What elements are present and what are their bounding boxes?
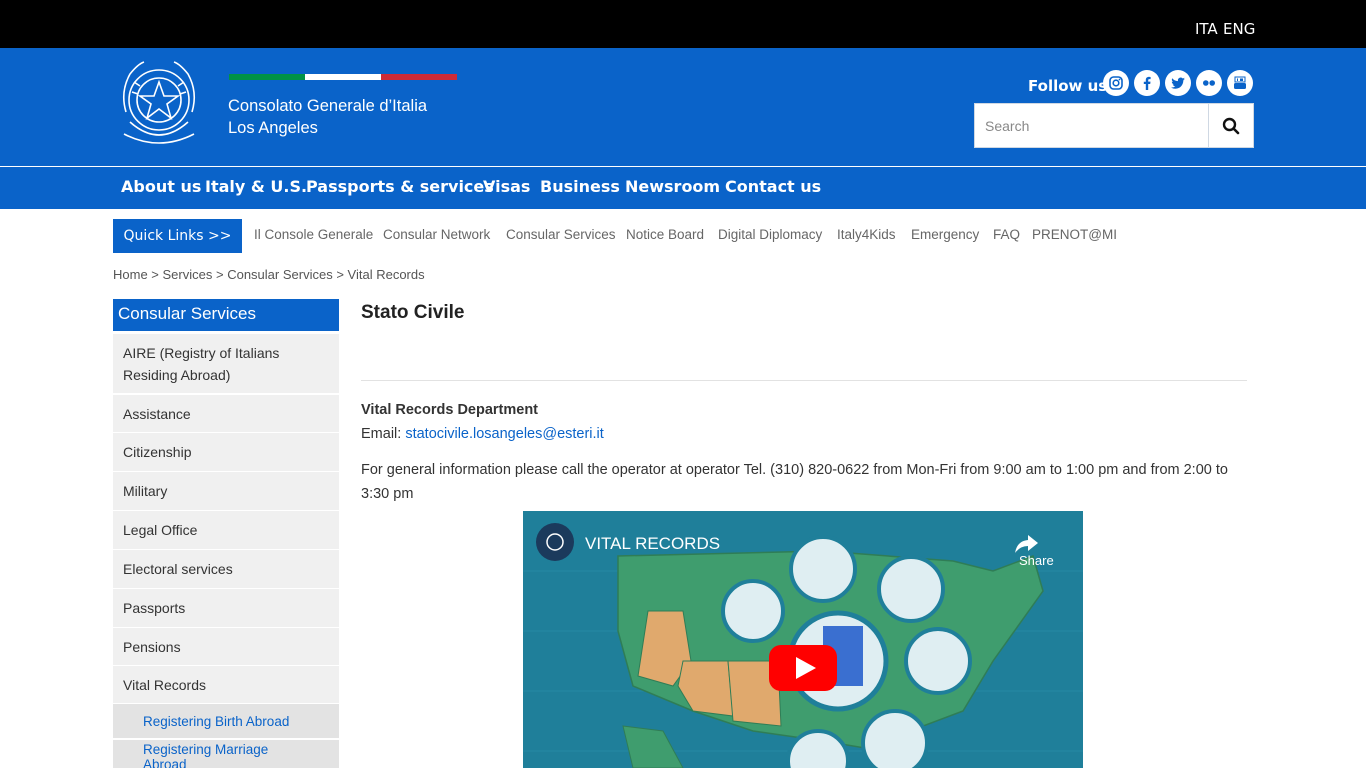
instagram-icon[interactable]	[1103, 70, 1129, 96]
sidebar-item-legal-office[interactable]: Legal Office	[113, 511, 339, 550]
email-label: Email:	[361, 426, 406, 442]
republic-emblem-icon[interactable]	[114, 52, 204, 156]
nav-passports-services[interactable]: Passports & services	[306, 177, 494, 196]
breadcrumb-separator: >	[212, 267, 228, 282]
quicklink-notice-board[interactable]: Notice Board	[626, 227, 704, 242]
sidebar-item-aire[interactable]: AIRE (Registry of Italians Residing Abro…	[113, 334, 339, 394]
quicklink-italy4kids[interactable]: Italy4Kids	[837, 227, 896, 242]
quicklink-consular-services[interactable]: Consular Services	[506, 227, 616, 242]
quick-links-button[interactable]: Quick Links >>	[113, 219, 242, 253]
follow-us-label: Follow us	[1028, 77, 1108, 95]
search-input[interactable]	[975, 104, 1208, 147]
video-share-button[interactable]: Share	[1019, 553, 1054, 568]
italian-flag-stripe	[229, 74, 457, 80]
sidebar-item-citizenship[interactable]: Citizenship	[113, 433, 339, 472]
top-bar: ITA ENG	[0, 0, 1366, 48]
sidebar-subitem-marriage-abroad[interactable]: Registering Marriage Abroad	[113, 740, 339, 768]
main-navigation: About us Italy & U.S. Passports & servic…	[0, 167, 1366, 209]
quicklink-digital-diplomacy[interactable]: Digital Diplomacy	[718, 227, 822, 242]
search-icon	[1222, 117, 1240, 134]
facebook-icon[interactable]	[1134, 70, 1160, 96]
sidebar-item-military[interactable]: Military	[113, 472, 339, 511]
email-link[interactable]: statocivile.losangeles@esteri.it	[405, 426, 603, 442]
sidebar-item-pensions[interactable]: Pensions	[113, 628, 339, 666]
sidebar-title[interactable]: Consular Services	[113, 299, 339, 331]
lang-ita-link[interactable]: ITA	[1195, 20, 1218, 38]
nav-about-us[interactable]: About us	[121, 177, 201, 196]
breadcrumb-separator: >	[332, 267, 348, 282]
search-button[interactable]	[1208, 104, 1253, 147]
video-title: VITAL RECORDS	[585, 534, 721, 553]
flickr-icon[interactable]	[1196, 70, 1222, 96]
youtube-icon[interactable]	[1227, 70, 1253, 96]
twitter-icon[interactable]	[1165, 70, 1191, 96]
sidebar-item-passports[interactable]: Passports	[113, 589, 339, 628]
sidebar-item-assistance[interactable]: Assistance	[113, 395, 339, 433]
nav-italy-us[interactable]: Italy & U.S.	[205, 177, 307, 196]
breadcrumb: Home > Services > Consular Services > Vi…	[113, 267, 425, 282]
sidebar: Consular Services AIRE (Registry of Ital…	[113, 299, 339, 768]
quicklink-prenotami[interactable]: PRENOT@MI	[1032, 227, 1117, 242]
sidebar-item-electoral-services[interactable]: Electoral services	[113, 550, 339, 589]
breadcrumb-services[interactable]: Services	[163, 267, 213, 282]
site-title[interactable]: Consolato Generale d’Italia Los Angeles	[228, 95, 427, 139]
breadcrumb-separator: >	[147, 267, 163, 282]
nav-business[interactable]: Business	[540, 177, 620, 196]
quicklink-faq[interactable]: FAQ	[993, 227, 1020, 242]
nav-contact-us[interactable]: Contact us	[725, 177, 821, 196]
site-title-line2: Los Angeles	[228, 119, 318, 137]
content-divider	[361, 380, 1247, 381]
breadcrumb-home[interactable]: Home	[113, 267, 148, 282]
youtube-video-player[interactable]: VITAL RECORDS Share	[523, 511, 1083, 768]
site-title-line1: Consolato Generale d’Italia	[228, 97, 428, 115]
department-heading: Vital Records Department	[361, 402, 539, 418]
breadcrumb-current: Vital Records	[347, 267, 425, 282]
sidebar-item-vital-records[interactable]: Vital Records	[113, 666, 339, 704]
breadcrumb-consular-services[interactable]: Consular Services	[227, 267, 333, 282]
sidebar-subitem-birth-abroad[interactable]: Registering Birth Abroad	[113, 704, 339, 739]
lang-eng-link[interactable]: ENG	[1223, 20, 1255, 38]
general-info-text: For general information please call the …	[361, 462, 1228, 502]
quicklink-consular-network[interactable]: Consular Network	[383, 227, 490, 242]
page-title: Stato Civile	[361, 302, 465, 323]
nav-visas[interactable]: Visas	[483, 177, 530, 196]
quicklink-console-generale[interactable]: Il Console Generale	[254, 227, 373, 242]
email-line: Email: statocivile.losangeles@esteri.it	[361, 426, 604, 442]
quicklink-emergency[interactable]: Emergency	[911, 227, 979, 242]
nav-newsroom[interactable]: Newsroom	[625, 177, 720, 196]
search-box	[974, 103, 1254, 148]
